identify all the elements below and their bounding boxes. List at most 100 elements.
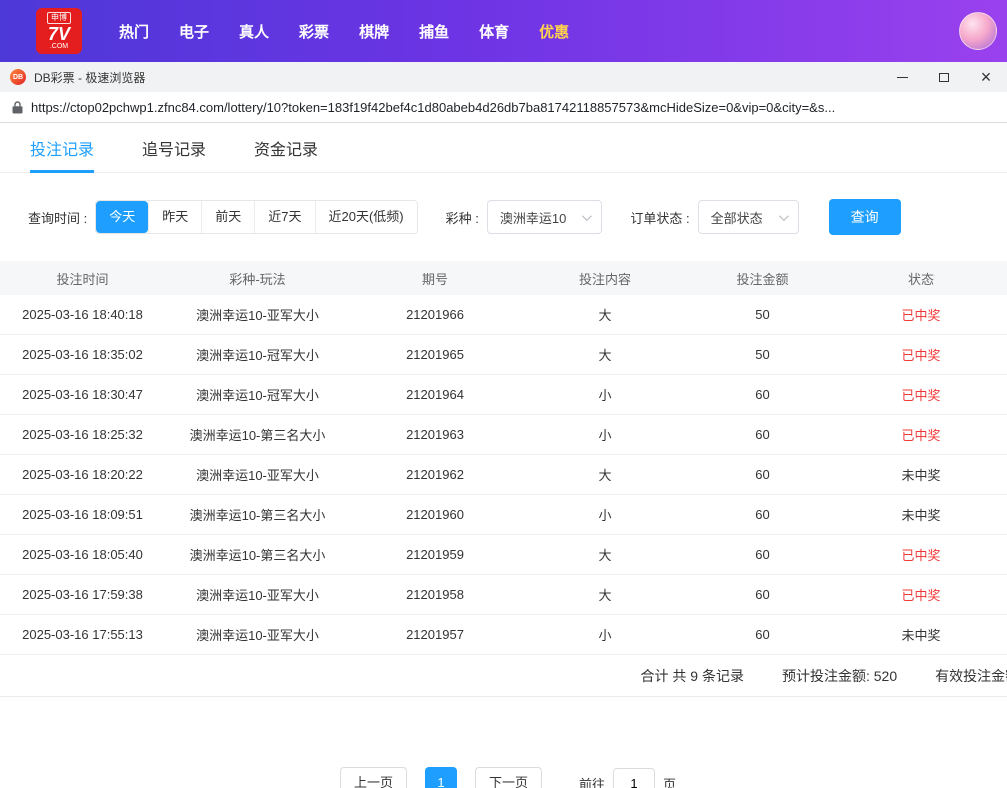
tab-fund-records[interactable]: 资金记录 xyxy=(254,123,318,172)
status-badge: 已中奖 xyxy=(901,348,941,363)
bet-issue: 21201958 xyxy=(406,587,464,602)
table-row: 2025-03-16 17:59:38 澳洲幸运10-亚军大小 21201958… xyxy=(0,575,1007,615)
bet-content: 大 xyxy=(598,348,612,363)
bet-issue: 21201963 xyxy=(406,427,464,442)
header-game: 彩种-玩法 xyxy=(229,271,286,287)
status-badge: 已中奖 xyxy=(901,428,941,443)
goto-page-input[interactable] xyxy=(613,768,656,788)
bet-game: 澳洲幸运10-亚军大小 xyxy=(196,308,319,323)
nav-item-slots[interactable]: 电子 xyxy=(164,21,224,42)
time-range-group: 今天 昨天 前天 近7天 近20天(低频) xyxy=(95,200,418,234)
record-tabs: 投注记录 追号记录 资金记录 xyxy=(0,123,1007,173)
order-status-select[interactable]: 全部状态 xyxy=(697,200,799,234)
status-badge: 未中奖 xyxy=(901,628,941,643)
url-field[interactable]: https://ctop02pchwp1.zfnc84.com/lottery/… xyxy=(31,100,995,115)
close-button[interactable]: × xyxy=(965,62,1007,92)
bet-amount: 60 xyxy=(755,587,770,602)
table-header-row: 投注时间 彩种-玩法 期号 投注内容 投注金额 状态 xyxy=(0,261,1007,295)
nav-item-fishing[interactable]: 捕鱼 xyxy=(404,21,464,42)
bet-time: 2025-03-16 18:30:47 xyxy=(22,387,143,402)
bet-records-table: 投注时间 彩种-玩法 期号 投注内容 投注金额 状态 2025-03-16 18… xyxy=(0,261,1007,697)
header-bet-time: 投注时间 xyxy=(56,271,109,287)
query-time-label: 查询时间 : xyxy=(28,210,88,226)
nav-item-live[interactable]: 真人 xyxy=(224,21,284,42)
lottery-type-value: 澳洲幸运10 xyxy=(499,210,567,226)
bet-game: 澳洲幸运10-亚军大小 xyxy=(196,588,319,603)
bet-issue: 21201960 xyxy=(406,507,464,522)
bet-amount: 60 xyxy=(755,427,770,442)
bet-amount: 50 xyxy=(755,307,770,322)
bet-game: 澳洲幸运10-第三名大小 xyxy=(189,548,326,563)
bet-time: 2025-03-16 17:59:38 xyxy=(22,587,143,602)
browser-titlebar: DB DB彩票 - 极速浏览器 × xyxy=(0,62,1007,92)
status-badge: 已中奖 xyxy=(901,308,941,323)
bet-amount: 60 xyxy=(755,627,770,642)
bet-issue: 21201966 xyxy=(406,307,464,322)
tab-chase-records[interactable]: 追号记录 xyxy=(142,123,206,172)
bet-issue: 21201964 xyxy=(406,387,464,402)
site-logo[interactable]: 申博 7V .COM xyxy=(36,8,82,54)
bet-content: 大 xyxy=(598,308,612,323)
nav-item-lottery[interactable]: 彩票 xyxy=(284,21,344,42)
status-badge: 已中奖 xyxy=(901,548,941,563)
bet-content: 小 xyxy=(598,508,612,523)
table-row: 2025-03-16 18:20:22 澳洲幸运10-亚军大小 21201962… xyxy=(0,455,1007,495)
bet-time: 2025-03-16 17:55:13 xyxy=(22,627,143,642)
window-controls: × xyxy=(881,62,1007,92)
bet-issue: 21201962 xyxy=(406,467,464,482)
tab-bet-records[interactable]: 投注记录 xyxy=(30,123,95,173)
bet-amount: 60 xyxy=(755,467,770,482)
summary-valid-amount: 有效投注金额: xyxy=(935,667,1007,684)
chevron-down-icon xyxy=(778,210,789,221)
search-button[interactable]: 查询 xyxy=(828,199,901,235)
minimize-button[interactable] xyxy=(881,62,923,92)
status-badge: 未中奖 xyxy=(901,508,941,523)
maximize-button[interactable] xyxy=(923,62,965,92)
bet-time: 2025-03-16 18:09:51 xyxy=(22,507,143,522)
site-logo-main-text: 7V xyxy=(47,24,71,44)
bet-content: 小 xyxy=(598,428,612,443)
maximize-icon xyxy=(939,72,949,82)
time-option-daybefore[interactable]: 前天 xyxy=(201,201,255,233)
header-bet-amount: 投注金额 xyxy=(736,271,789,287)
order-status-label: 订单状态 : xyxy=(630,210,690,226)
lottery-type-select[interactable]: 澳洲幸运10 xyxy=(486,200,603,234)
time-option-7days[interactable]: 近7天 xyxy=(254,201,315,233)
minimize-icon xyxy=(896,76,908,78)
next-page-button[interactable]: 下一页 xyxy=(474,767,542,788)
table-row: 2025-03-16 17:55:13 澳洲幸运10-亚军大小 21201957… xyxy=(0,615,1007,655)
time-option-today[interactable]: 今天 xyxy=(96,201,149,233)
pagination: 上一页 1 下一页 前往 页 xyxy=(0,767,1007,788)
bet-issue: 21201965 xyxy=(406,347,464,362)
browser-window-title: DB彩票 - 极速浏览器 xyxy=(34,70,146,85)
bet-game: 澳洲幸运10-冠军大小 xyxy=(196,348,319,363)
lock-icon xyxy=(12,100,23,114)
status-badge: 已中奖 xyxy=(901,588,941,603)
bet-game: 澳洲幸运10-亚军大小 xyxy=(196,468,319,483)
prev-page-button[interactable]: 上一页 xyxy=(339,767,407,788)
goto-page-label: 前往 xyxy=(579,776,606,788)
bet-content: 大 xyxy=(598,588,612,603)
table-row: 2025-03-16 18:05:40 澳洲幸运10-第三名大小 2120195… xyxy=(0,535,1007,575)
nav-item-hot[interactable]: 热门 xyxy=(104,21,164,42)
close-icon: × xyxy=(980,67,992,87)
bet-content: 大 xyxy=(598,468,612,483)
time-option-20days[interactable]: 近20天(低频) xyxy=(314,201,417,233)
current-page[interactable]: 1 xyxy=(424,767,457,788)
nav-item-promo[interactable]: 优惠 xyxy=(524,21,584,42)
bet-amount: 60 xyxy=(755,387,770,402)
bet-time: 2025-03-16 18:20:22 xyxy=(22,467,143,482)
header-bet-content: 投注内容 xyxy=(578,271,631,287)
time-option-yesterday[interactable]: 昨天 xyxy=(148,201,202,233)
address-bar: https://ctop02pchwp1.zfnc84.com/lottery/… xyxy=(0,92,1007,123)
bet-content: 小 xyxy=(598,388,612,403)
table-row: 2025-03-16 18:35:02 澳洲幸运10-冠军大小 21201965… xyxy=(0,335,1007,375)
bet-amount: 60 xyxy=(755,547,770,562)
table-row: 2025-03-16 18:25:32 澳洲幸运10-第三名大小 2120196… xyxy=(0,415,1007,455)
nav-item-cards[interactable]: 棋牌 xyxy=(344,21,404,42)
nav-item-sports[interactable]: 体育 xyxy=(464,21,524,42)
lottery-type-label: 彩种 : xyxy=(445,210,479,226)
user-avatar[interactable] xyxy=(959,12,997,50)
bet-content: 小 xyxy=(598,628,612,643)
table-row: 2025-03-16 18:30:47 澳洲幸运10-冠军大小 21201964… xyxy=(0,375,1007,415)
